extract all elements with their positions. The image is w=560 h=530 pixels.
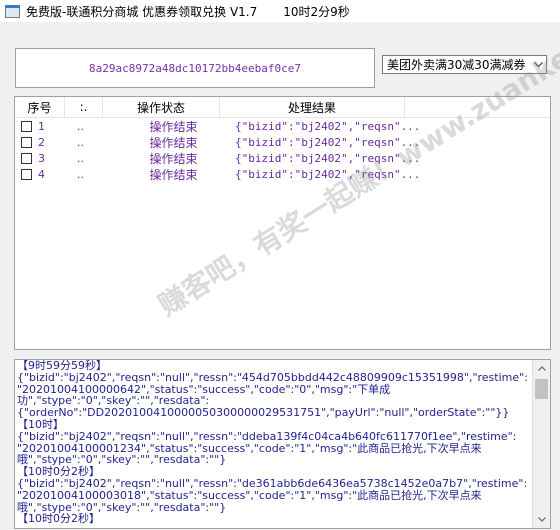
code-value: 8a29ac8972a48dc10172bb4eebaf0ce7 — [89, 61, 301, 75]
table-row[interactable]: 2 .. 操作结束 {"bizid":"bj2402","reqsn"... — [15, 134, 550, 150]
header-result[interactable]: 处理结果 — [220, 97, 405, 117]
scroll-up-icon[interactable] — [533, 360, 550, 377]
header-dots[interactable]: :. — [65, 97, 103, 117]
row-status: 操作结束 — [149, 135, 198, 150]
coupon-select[interactable]: 美团外卖满30减30满减券 |8 — [382, 55, 547, 74]
log-line: 【10时】 — [17, 417, 64, 431]
log-line: {"bizid":"bj2402","reqsn":"null","ressn"… — [17, 429, 517, 443]
table-row[interactable]: 1 .. 操作结束 {"bizid":"bj2402","reqsn"... — [15, 118, 550, 134]
row-checkbox[interactable] — [21, 136, 32, 148]
log-scrollbar[interactable] — [532, 360, 550, 528]
row-dots: .. — [77, 151, 84, 165]
row-status: 操作结束 — [149, 119, 198, 134]
scroll-thumb[interactable] — [535, 379, 548, 399]
app-icon — [4, 3, 20, 19]
log-line: 【10时0分2秒】 — [17, 512, 100, 526]
row-dots: .. — [77, 135, 84, 149]
row-result: {"bizid":"bj2402","reqsn"... — [235, 167, 421, 181]
window-title: 免费版-联通积分商城 优惠券领取兑换 V1.7 — [26, 4, 258, 19]
row-index: 2 — [38, 135, 45, 149]
table-row[interactable]: 3 .. 操作结束 {"bizid":"bj2402","reqsn"... — [15, 150, 550, 166]
title-bar: 免费版-联通积分商城 优惠券领取兑换 V1.7 10时2分9秒 — [0, 0, 560, 22]
row-index: 4 — [38, 167, 45, 181]
window-time: 10时2分9秒 — [283, 4, 350, 19]
row-result: {"bizid":"bj2402","reqsn"... — [235, 151, 421, 165]
task-list[interactable]: 序号 :. 操作状态 处理结果 1 .. 操作结束 {"bizid":"bj24… — [14, 96, 551, 350]
row-dots: .. — [77, 167, 84, 181]
log-line: "20201004100003018","status":"success","… — [17, 488, 482, 502]
log-line: {"bizid":"bj2402","reqsn":"null","ressn"… — [17, 476, 528, 490]
row-index: 1 — [38, 119, 45, 133]
row-status: 操作结束 — [149, 167, 198, 182]
log-line: {"bizid":"bj2402","reqsn":"null","ressn"… — [17, 370, 528, 384]
coupon-select-value: 美团外卖满30减30满减券 |8 — [387, 58, 530, 72]
log-output[interactable]: 【9时59分59秒】 {"bizid":"bj2402","reqsn":"nu… — [14, 359, 551, 529]
table-row[interactable]: 4 .. 操作结束 {"bizid":"bj2402","reqsn"... — [15, 166, 550, 182]
row-checkbox[interactable] — [21, 120, 32, 132]
row-checkbox[interactable] — [21, 168, 32, 180]
log-content: 【9时59分59秒】 {"bizid":"bj2402","reqsn":"nu… — [17, 360, 532, 525]
header-status[interactable]: 操作状态 — [103, 97, 220, 117]
row-result: {"bizid":"bj2402","reqsn"... — [235, 135, 421, 149]
row-result: {"bizid":"bj2402","reqsn"... — [235, 119, 421, 133]
row-index: 3 — [38, 151, 45, 165]
row-checkbox[interactable] — [21, 152, 32, 164]
row-dots: .. — [77, 119, 84, 133]
scroll-down-icon[interactable] — [533, 511, 550, 528]
log-line: {"orderNo":"DD20201004100000503000000295… — [17, 406, 510, 420]
chevron-down-icon[interactable] — [530, 56, 546, 73]
header-index[interactable]: 序号 — [15, 97, 65, 117]
list-header: 序号 :. 操作状态 处理结果 — [15, 97, 550, 118]
code-display[interactable]: 8a29ac8972a48dc10172bb4eebaf0ce7 — [15, 48, 375, 88]
row-status: 操作结束 — [149, 151, 198, 166]
